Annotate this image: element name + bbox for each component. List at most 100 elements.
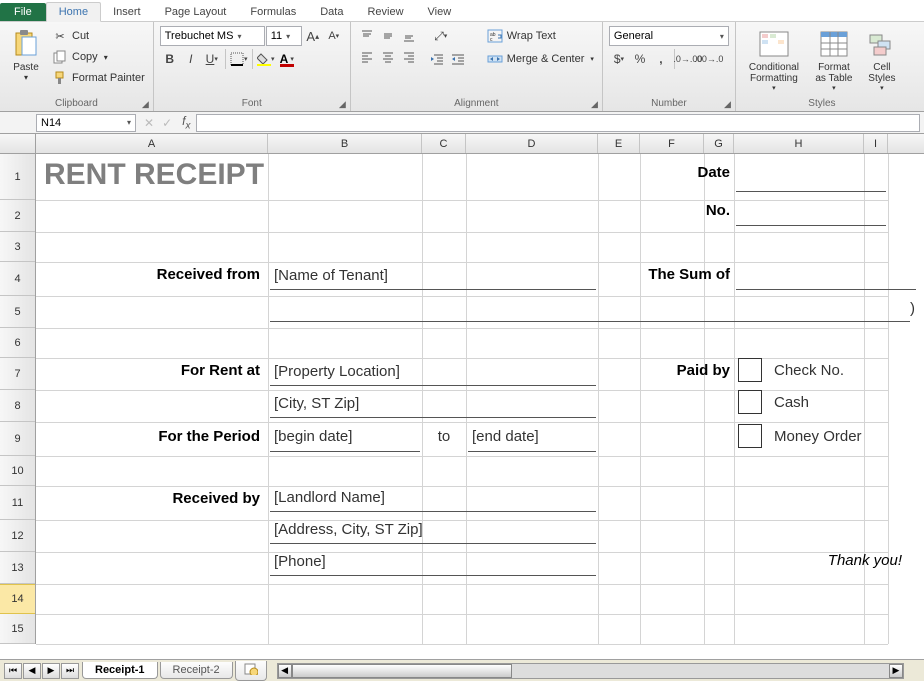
col-header-E[interactable]: E [598, 134, 640, 153]
format-as-table-button[interactable]: Format as Table▾ [810, 26, 858, 94]
cell-no-value[interactable] [736, 200, 886, 226]
col-header-C[interactable]: C [422, 134, 466, 153]
row-header-10[interactable]: 10 [0, 456, 35, 486]
tab-insert[interactable]: Insert [101, 3, 153, 21]
tab-home[interactable]: Home [46, 2, 101, 22]
sheet-tab-receipt-2[interactable]: Receipt-2 [160, 662, 233, 679]
orientation-button[interactable]: ⤢▾ [427, 26, 455, 46]
dialog-launcher-icon[interactable]: ◢ [142, 99, 149, 110]
col-header-B[interactable]: B [268, 134, 422, 153]
checkbox-cash[interactable] [738, 390, 762, 414]
col-header-F[interactable]: F [640, 134, 704, 153]
tab-data[interactable]: Data [308, 3, 355, 21]
format-painter-button[interactable]: Format Painter [50, 68, 147, 88]
sheet-tab-receipt-1[interactable]: Receipt-1 [82, 662, 158, 679]
fill-color-button[interactable]: ▾ [256, 49, 276, 69]
wrap-text-button[interactable]: abcWrap Text [485, 26, 596, 46]
row-header-5[interactable]: 5 [0, 296, 35, 328]
cancel-formula-icon[interactable]: ✕ [144, 116, 154, 130]
decrease-font-button[interactable]: A▾ [324, 26, 344, 46]
percent-format-button[interactable]: % [630, 49, 650, 69]
cell-tenant[interactable]: [Name of Tenant] [270, 262, 596, 290]
tab-nav-first[interactable]: ⏮ [4, 663, 22, 679]
row-header-1[interactable]: 1 [0, 154, 35, 200]
cell-cityzip[interactable]: [City, ST Zip] [270, 390, 596, 418]
row-header-2[interactable]: 2 [0, 200, 35, 232]
enter-formula-icon[interactable]: ✓ [162, 116, 172, 130]
row-header-14[interactable]: 14 [0, 584, 35, 614]
font-name-dropdown[interactable]: Trebuchet MS▾ [160, 26, 265, 46]
scroll-thumb[interactable] [292, 664, 512, 678]
cell-landlord[interactable]: [Landlord Name] [270, 484, 596, 512]
tab-nav-last[interactable]: ⏭ [61, 663, 79, 679]
align-right-button[interactable] [399, 47, 419, 67]
copy-button[interactable]: Copy▾ [50, 47, 147, 67]
dialog-launcher-icon[interactable]: ◢ [724, 99, 731, 110]
col-header-A[interactable]: A [36, 134, 268, 153]
comma-format-button[interactable]: , [651, 49, 671, 69]
row-header-15[interactable]: 15 [0, 614, 35, 644]
row-header-6[interactable]: 6 [0, 328, 35, 358]
cell-sum-value[interactable] [736, 262, 916, 290]
cell-date-value[interactable] [736, 162, 886, 192]
scroll-left-icon[interactable]: ◀ [278, 664, 292, 678]
col-header-G[interactable]: G [704, 134, 734, 153]
cell-sum-words[interactable] [270, 294, 910, 322]
number-format-dropdown[interactable]: General▾ [609, 26, 729, 46]
decrease-indent-button[interactable] [427, 49, 447, 69]
paste-button[interactable]: Paste ▾ [6, 26, 46, 84]
merge-center-button[interactable]: Merge & Center▾ [485, 49, 596, 69]
col-header-H[interactable]: H [734, 134, 864, 153]
tab-nav-prev[interactable]: ◀ [23, 663, 41, 679]
name-box[interactable]: N14▾ [36, 114, 136, 132]
align-top-button[interactable] [357, 26, 377, 46]
align-bottom-button[interactable] [399, 26, 419, 46]
cell-begin-date[interactable]: [begin date] [270, 422, 420, 452]
align-center-button[interactable] [378, 47, 398, 67]
formula-input[interactable] [196, 114, 920, 132]
checkbox-money-order[interactable] [738, 424, 762, 448]
dialog-launcher-icon[interactable]: ◢ [591, 99, 598, 110]
row-header-9[interactable]: 9 [0, 422, 35, 456]
fx-icon[interactable]: fx [182, 114, 190, 131]
cut-button[interactable]: ✂Cut [50, 26, 147, 46]
row-header-4[interactable]: 4 [0, 262, 35, 296]
row-header-13[interactable]: 13 [0, 552, 35, 584]
tab-nav-next[interactable]: ▶ [42, 663, 60, 679]
horizontal-scrollbar[interactable]: ◀ ▶ [277, 663, 904, 679]
new-sheet-button[interactable] [235, 661, 267, 681]
tab-file[interactable]: File [0, 3, 46, 21]
italic-button[interactable]: I [181, 49, 201, 69]
conditional-formatting-button[interactable]: Conditional Formatting▾ [742, 26, 806, 94]
scroll-right-icon[interactable]: ▶ [889, 664, 903, 678]
sheet-area[interactable]: RENT RECEIPT Date No. Received from [Nam… [36, 154, 888, 644]
cell-end-date[interactable]: [end date] [468, 422, 596, 452]
increase-font-button[interactable]: A▴ [303, 26, 323, 46]
tab-review[interactable]: Review [355, 3, 415, 21]
col-header-D[interactable]: D [466, 134, 598, 153]
select-all-corner[interactable] [0, 134, 36, 153]
font-color-button[interactable]: A▾ [277, 49, 297, 69]
bold-button[interactable]: B [160, 49, 180, 69]
align-middle-button[interactable] [378, 26, 398, 46]
row-header-7[interactable]: 7 [0, 358, 35, 390]
row-header-11[interactable]: 11 [0, 486, 35, 520]
underline-button[interactable]: U▾ [202, 49, 222, 69]
border-button[interactable]: ▾ [229, 49, 249, 69]
tab-page-layout[interactable]: Page Layout [153, 3, 239, 21]
cell-styles-button[interactable]: Cell Styles▾ [862, 26, 902, 94]
cell-phone[interactable]: [Phone] [270, 548, 596, 576]
decrease-decimal-button[interactable]: .00→.0 [699, 49, 719, 69]
align-left-button[interactable] [357, 47, 377, 67]
col-header-I[interactable]: I [864, 134, 888, 153]
row-header-12[interactable]: 12 [0, 520, 35, 552]
increase-indent-button[interactable] [448, 49, 468, 69]
row-header-3[interactable]: 3 [0, 232, 35, 262]
checkbox-check[interactable] [738, 358, 762, 382]
tab-view[interactable]: View [416, 3, 464, 21]
cell-property[interactable]: [Property Location] [270, 358, 596, 386]
accounting-format-button[interactable]: $▾ [609, 49, 629, 69]
font-size-dropdown[interactable]: 11▾ [266, 26, 302, 46]
dialog-launcher-icon[interactable]: ◢ [339, 99, 346, 110]
row-header-8[interactable]: 8 [0, 390, 35, 422]
